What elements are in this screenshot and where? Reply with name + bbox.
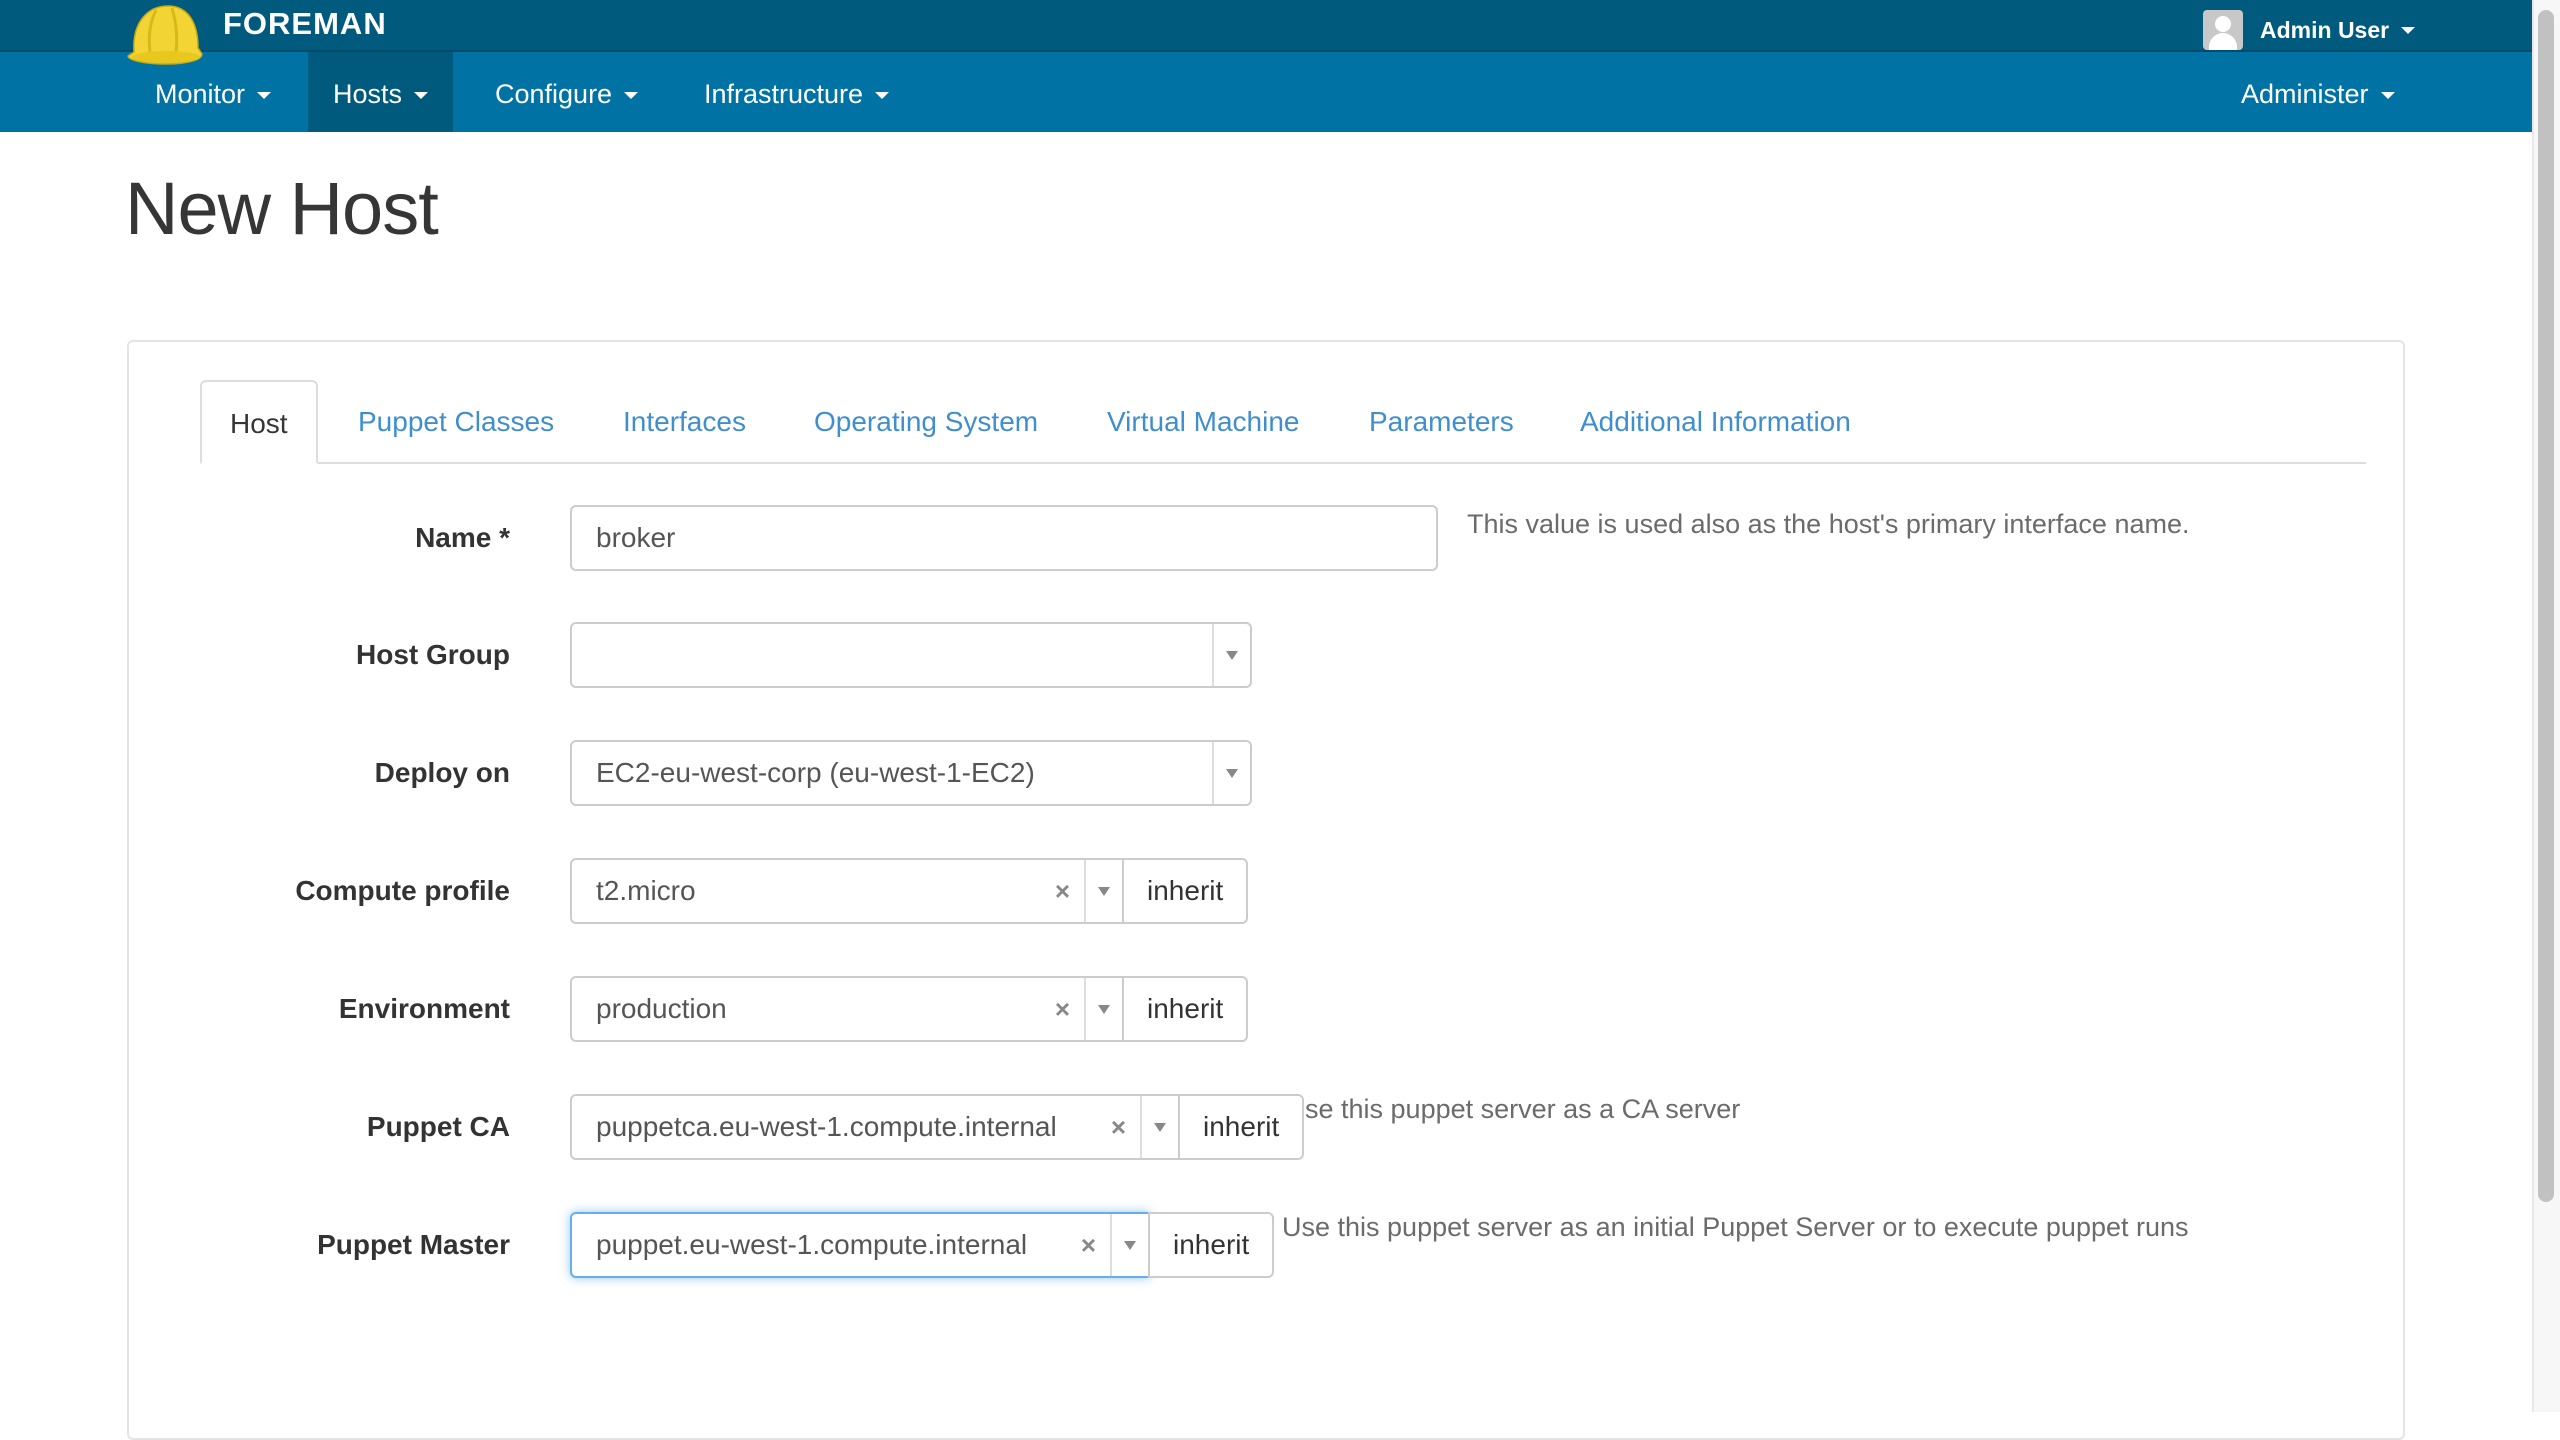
clear-icon[interactable]: × — [1081, 1214, 1096, 1276]
tab-parameters[interactable]: Parameters — [1369, 380, 1514, 462]
tab-bar: Host Puppet Classes Interfaces Operating… — [200, 380, 2366, 464]
form-row-puppet-master: Puppet Master puppet.eu-west-1.compute.i… — [0, 1212, 2400, 1282]
caret-down-icon — [414, 92, 429, 100]
deploy-on-select[interactable]: EC2-eu-west-corp (eu-west-1-EC2) — [570, 740, 1252, 806]
form-row-environment: Environment production × inherit — [0, 976, 2400, 1046]
user-name: Admin User — [2260, 16, 2390, 43]
brand-name[interactable]: FOREMAN — [223, 6, 387, 42]
deploy-on-value: EC2-eu-west-corp (eu-west-1-EC2) — [596, 757, 1035, 788]
name-help-text: This value is used also as the host's pr… — [1467, 509, 2190, 539]
puppet-master-help-text: Use this puppet server as an initial Pup… — [1282, 1212, 2189, 1242]
form-row-deploy-on: Deploy on EC2-eu-west-corp (eu-west-1-EC… — [0, 740, 2400, 810]
name-input[interactable]: broker — [570, 505, 1438, 571]
environment-value: production — [596, 993, 727, 1024]
name-value: broker — [596, 522, 676, 553]
tab-interfaces[interactable]: Interfaces — [623, 380, 746, 462]
puppet-master-select[interactable]: puppet.eu-west-1.compute.internal × — [570, 1212, 1150, 1278]
caret-down-icon — [2380, 92, 2395, 100]
nav-label: Infrastructure — [704, 79, 864, 109]
nav-infrastructure[interactable]: Infrastructure — [679, 52, 914, 132]
nav-administer[interactable]: Administer — [2216, 52, 2420, 132]
nav-label: Hosts — [333, 79, 403, 109]
host-group-label: Host Group — [356, 639, 510, 670]
puppet-ca-label: Puppet CA — [366, 1111, 510, 1142]
environment-inherit-button[interactable]: inherit — [1122, 976, 1249, 1042]
compute-profile-select[interactable]: t2.micro × — [570, 858, 1124, 924]
host-group-select[interactable] — [570, 622, 1252, 688]
puppet-ca-help-text: se this puppet server as a CA server — [1305, 1094, 1741, 1124]
caret-down-icon — [875, 92, 890, 100]
tab-additional-information[interactable]: Additional Information — [1580, 380, 1851, 462]
clear-icon[interactable]: × — [1111, 1096, 1126, 1158]
tab-operating-system[interactable]: Operating System — [814, 380, 1038, 462]
nav-configure[interactable]: Configure — [470, 52, 663, 132]
clear-icon[interactable]: × — [1055, 860, 1070, 922]
dropdown-arrow-icon[interactable] — [1084, 978, 1122, 1040]
dropdown-arrow-icon[interactable] — [1084, 860, 1122, 922]
puppet-master-value: puppet.eu-west-1.compute.internal — [596, 1229, 1028, 1260]
caret-down-icon — [2401, 26, 2416, 34]
environment-select[interactable]: production × — [570, 976, 1124, 1042]
dropdown-arrow-icon[interactable] — [1110, 1214, 1148, 1276]
nav-label: Monitor — [155, 79, 246, 109]
puppet-ca-select[interactable]: puppetca.eu-west-1.compute.internal × — [570, 1094, 1180, 1160]
form-row-host-group: Host Group — [0, 622, 2400, 692]
name-label: Name * — [415, 522, 510, 553]
tab-puppet-classes[interactable]: Puppet Classes — [358, 380, 554, 462]
nav-label: Administer — [2241, 79, 2369, 109]
nav-hosts[interactable]: Hosts — [308, 52, 454, 132]
caret-down-icon — [257, 92, 272, 100]
avatar — [2203, 10, 2243, 50]
puppet-master-inherit-button[interactable]: inherit — [1148, 1212, 1275, 1278]
form-row-puppet-ca: Puppet CA puppetca.eu-west-1.compute.int… — [0, 1094, 2400, 1164]
compute-profile-value: t2.micro — [596, 875, 696, 906]
nav-monitor[interactable]: Monitor — [130, 52, 296, 132]
compute-profile-label: Compute profile — [295, 875, 510, 906]
form-row-compute-profile: Compute profile t2.micro × inherit — [0, 858, 2400, 928]
caret-down-icon — [624, 92, 639, 100]
nav-label: Configure — [495, 79, 613, 109]
puppet-master-label: Puppet Master — [317, 1229, 510, 1260]
user-menu[interactable]: Admin User — [2203, 10, 2416, 50]
puppet-ca-inherit-button[interactable]: inherit — [1178, 1094, 1305, 1160]
clear-icon[interactable]: × — [1055, 978, 1070, 1040]
scrollbar-thumb[interactable] — [2538, 10, 2554, 1202]
dropdown-arrow-icon[interactable] — [1212, 624, 1250, 686]
puppet-ca-value: puppetca.eu-west-1.compute.internal — [596, 1111, 1057, 1142]
tab-virtual-machine[interactable]: Virtual Machine — [1107, 380, 1299, 462]
dropdown-arrow-icon[interactable] — [1140, 1096, 1178, 1158]
dropdown-arrow-icon[interactable] — [1212, 742, 1250, 804]
page-title: New Host — [125, 167, 439, 250]
tab-host[interactable]: Host — [200, 380, 318, 464]
environment-label: Environment — [338, 993, 510, 1024]
form-row-name: Name * broker This value is used also as… — [0, 505, 2400, 575]
deploy-on-label: Deploy on — [374, 757, 510, 788]
compute-profile-inherit-button[interactable]: inherit — [1122, 858, 1249, 924]
